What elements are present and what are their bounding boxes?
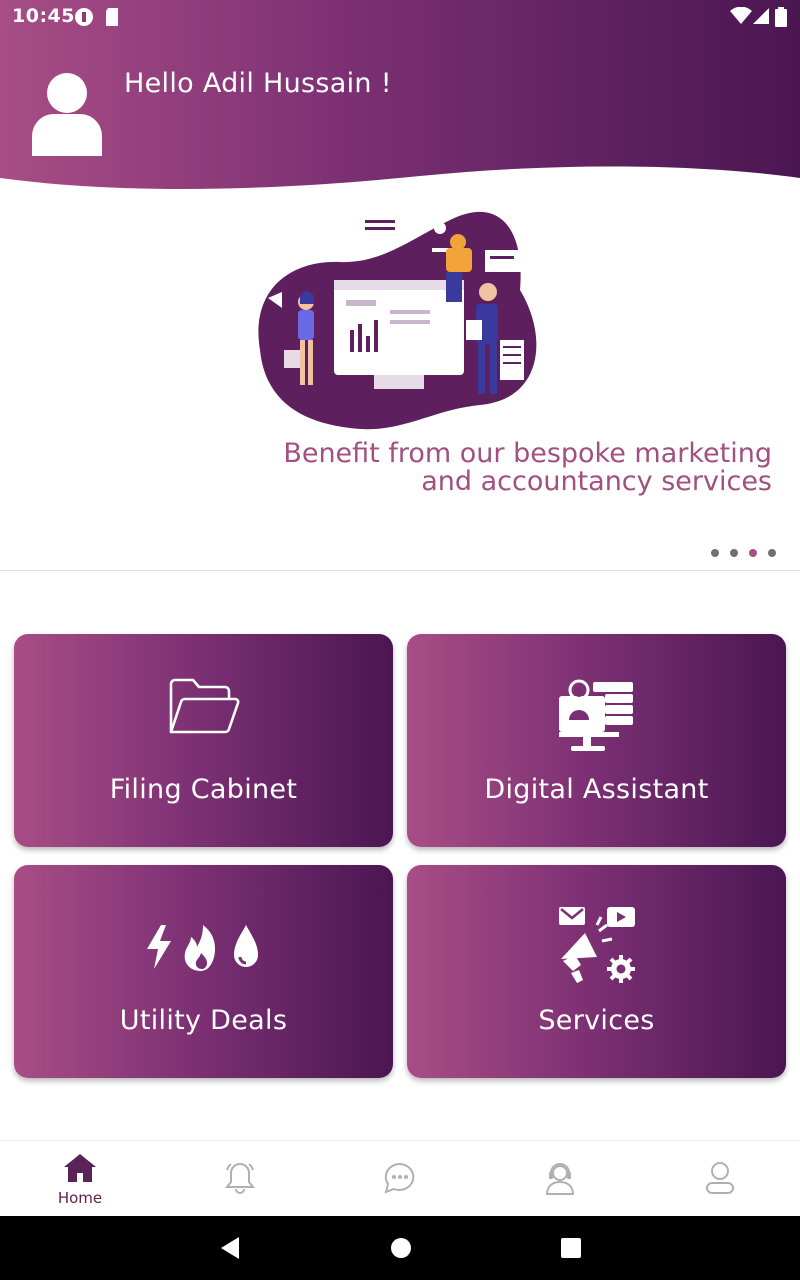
status-bar: 10:45	[0, 0, 800, 34]
sd-card-icon	[106, 8, 118, 26]
carousel-page-indicator	[711, 549, 776, 559]
carousel-dot[interactable]	[768, 549, 776, 557]
digital-assistant-tile[interactable]: Digital Assistant	[407, 634, 786, 847]
marketing-illustration	[258, 211, 537, 430]
promo-carousel[interactable]: Benefit from our bespoke marketing and a…	[0, 190, 800, 570]
bottom-navigation: Home	[0, 1140, 800, 1216]
carousel-dot[interactable]	[711, 549, 719, 557]
digital-assistant-icon	[558, 679, 633, 751]
carousel-dot-active[interactable]	[749, 549, 757, 557]
nav-profile[interactable]	[640, 1141, 800, 1217]
promo-tagline-line1: Benefit from our bespoke marketing	[283, 438, 772, 469]
utility-deals-label: Utility Deals	[119, 1005, 288, 1036]
promo-tagline-line2: and accountancy services	[421, 466, 772, 497]
section-divider	[0, 570, 800, 571]
nav-home-label: Home	[57, 1189, 103, 1207]
promo-tagline: Benefit from our bespoke marketing and a…	[212, 440, 772, 496]
wifi-icon	[730, 7, 752, 24]
services-icon	[558, 907, 635, 983]
utility-icon	[146, 925, 258, 971]
back-icon[interactable]	[219, 1236, 241, 1260]
recents-icon[interactable]	[560, 1236, 582, 1260]
digital-assistant-label: Digital Assistant	[484, 774, 709, 805]
nav-home[interactable]: Home	[0, 1141, 160, 1217]
carousel-dot[interactable]	[730, 549, 738, 557]
signal-icon	[753, 8, 769, 24]
nav-notifications[interactable]	[160, 1141, 320, 1217]
status-time: 10:45	[12, 5, 75, 27]
battery-icon	[775, 7, 787, 27]
header-banner: 10:45 Hello Adil Hussain !	[0, 0, 800, 210]
nav-messages[interactable]	[320, 1141, 480, 1217]
chat-icon	[384, 1162, 415, 1194]
profile-icon	[706, 1162, 734, 1194]
utility-deals-tile[interactable]: Utility Deals	[14, 865, 393, 1078]
filing-cabinet-tile[interactable]: Filing Cabinet	[14, 634, 393, 847]
home-icon	[64, 1154, 96, 1182]
greeting-text: Hello Adil Hussain !	[124, 68, 392, 99]
services-tile[interactable]: Services	[407, 865, 786, 1078]
avatar[interactable]	[30, 72, 104, 156]
nav-support[interactable]	[480, 1141, 640, 1217]
folder-icon	[169, 678, 239, 734]
system-navigation-bar	[0, 1216, 800, 1280]
filing-cabinet-label: Filing Cabinet	[109, 774, 298, 805]
home-button-icon[interactable]	[390, 1236, 412, 1260]
app-notification-icon	[75, 8, 93, 26]
bell-icon	[224, 1162, 256, 1194]
services-label: Services	[538, 1005, 655, 1036]
support-agent-icon	[545, 1163, 575, 1195]
